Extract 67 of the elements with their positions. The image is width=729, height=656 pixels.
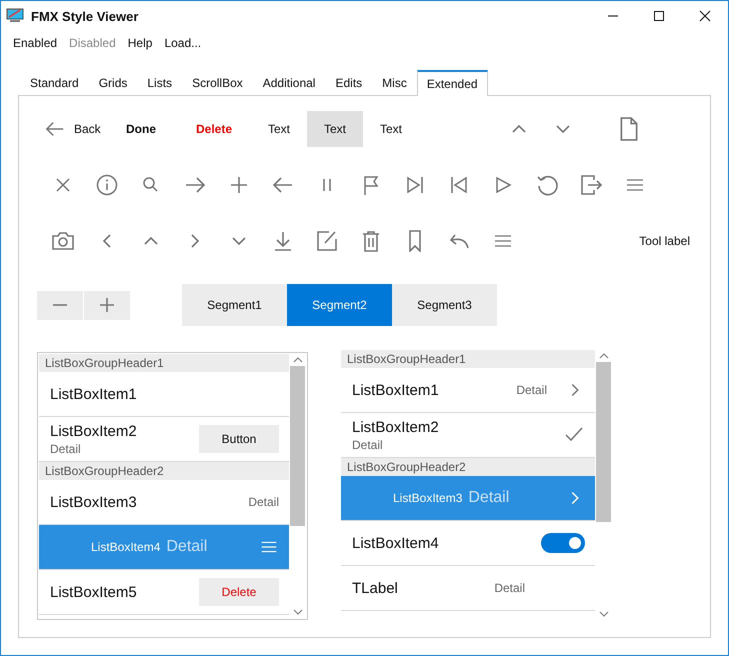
list-item[interactable]: ListBoxItem1 Detail [341,368,595,413]
item-label: ListBoxItem3 [50,494,137,510]
segment-button[interactable]: Segment1 [182,284,287,326]
tab[interactable]: Edits [325,69,372,95]
item-detail: Detail [166,538,208,556]
toggle-switch[interactable] [541,533,585,553]
item-detail: Detail [352,438,384,452]
menu-item[interactable]: Help [122,36,158,50]
segment-button[interactable]: Segment2 [287,284,392,326]
plus-button[interactable] [84,290,130,320]
menu-item[interactable]: Load... [158,36,208,50]
item-label: ListBoxItem4 [91,540,160,554]
item-label: ListBoxItem3 [393,491,462,505]
info-icon[interactable] [96,174,118,196]
exit-icon[interactable] [580,174,602,196]
skip-previous-icon[interactable] [448,174,470,196]
window-title: FMX Style Viewer [31,8,138,24]
minus-icon [52,304,68,306]
item-label: ListBoxItem2 [352,418,439,436]
item-detail: Detail [494,581,525,595]
menu-item[interactable]: Enabled [7,36,64,50]
item-label: ListBoxItem2 [50,422,137,440]
group-header: ListBoxGroupHeader1 [341,350,595,368]
group-header: ListBoxGroupHeader2 [39,462,289,480]
refresh-icon[interactable] [536,174,558,196]
item-detail: Detail [516,383,547,397]
camera-icon[interactable] [52,230,74,252]
list-item[interactable]: TLabel Detail [341,566,595,611]
close-icon [699,10,711,22]
text-button[interactable]: Text [307,111,363,147]
app-icon [6,8,24,24]
tool-label: Tool label [639,234,690,248]
list-item[interactable]: ListBoxItem5 Delete [39,570,289,615]
list-item[interactable]: ListBoxItem4 [341,521,595,566]
segment-button[interactable]: Segment3 [392,284,497,326]
item-label: ListBoxItem5 [50,584,137,600]
text-button[interactable]: Text [363,111,419,147]
group-header: ListBoxGroupHeader1 [39,354,289,372]
plus-icon[interactable] [228,174,250,196]
item-label: TLabel [352,580,398,596]
text-button[interactable]: Text [251,111,307,147]
tab[interactable]: Grids [88,69,138,95]
edit-icon[interactable] [316,230,338,252]
back-button[interactable]: Back [41,115,105,143]
maximize-icon [653,10,665,22]
item-detail: Detail [50,442,82,456]
tab[interactable]: Standard [20,69,89,95]
group-header: ListBoxGroupHeader2 [341,458,595,476]
item-button[interactable]: Button [199,425,279,453]
trash-icon[interactable] [360,230,382,252]
done-button[interactable]: Done [105,122,177,136]
plus-icon [99,297,115,313]
delete-button[interactable]: Delete [177,122,251,136]
item-detail: Detail [248,495,279,509]
left-arrow-icon [45,119,65,139]
tab[interactable]: Lists [137,69,182,95]
tab[interactable]: Additional [252,69,326,95]
tab[interactable]: ScrollBox [182,69,253,95]
list-item[interactable]: ListBoxItem1 [39,372,289,417]
tab[interactable]: Misc [372,69,417,95]
item-label: ListBoxItem4 [352,534,439,552]
item-detail: Detail [468,489,510,507]
list-item[interactable]: ListBoxItem2 Detail Button [39,417,289,462]
item-label: ListBoxItem1 [352,382,439,398]
tab[interactable]: Extended [416,70,488,96]
download-icon[interactable] [272,230,294,252]
item-label: ListBoxItem1 [50,386,137,402]
